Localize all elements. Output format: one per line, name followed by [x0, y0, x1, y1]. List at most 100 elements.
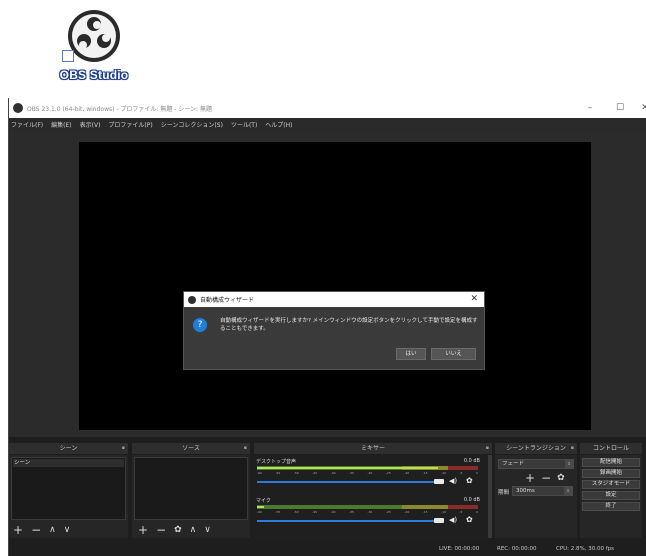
duration-value: 300ms: [516, 488, 535, 494]
sources-dock-header: ソース ▪: [132, 443, 250, 454]
move-source-up-button[interactable]: ∧: [190, 525, 197, 535]
dialog-close-button[interactable]: ✕: [470, 292, 478, 307]
mic-meter: [257, 505, 478, 509]
settings-button[interactable]: 設定: [582, 491, 640, 500]
spinner-icon[interactable]: ⇕: [564, 487, 572, 495]
mic-level: [257, 506, 264, 508]
move-scene-up-button[interactable]: ∧: [49, 525, 56, 535]
desktop-audio-volume-thumb[interactable]: [434, 479, 444, 484]
exit-button[interactable]: 終了: [582, 502, 640, 511]
meter-scale-tick: -45: [312, 471, 318, 475]
add-transition-button[interactable]: +: [525, 471, 535, 485]
desktop-icon-label: OBS Studio: [59, 68, 129, 82]
duration-spinbox[interactable]: 300ms ⇕: [512, 486, 573, 496]
menu-edit[interactable]: 編集(E): [51, 120, 71, 129]
mic-label: マイク: [256, 498, 271, 504]
meter-scale-tick: -25: [385, 510, 391, 514]
meter-scale-tick: 0: [475, 471, 478, 475]
meter-scale-tick: -20: [404, 471, 410, 475]
duration-label: 期間: [498, 490, 510, 496]
meter-scale-tick: -10: [441, 471, 446, 475]
mic-volume-icon[interactable]: ◀): [449, 516, 457, 524]
desktop-audio-volume-slider[interactable]: [257, 481, 435, 483]
meter-scale-tick: -30: [367, 471, 373, 475]
controls-dock-header: コントロール: [580, 443, 642, 454]
meter-scale-tick: -60: [257, 510, 262, 514]
minimize-button[interactable]: –: [575, 98, 605, 118]
meter-scale-tick: -45: [312, 510, 318, 514]
maximize-button[interactable]: ☐: [605, 98, 635, 118]
menu-tools[interactable]: ツール(T): [231, 120, 257, 129]
question-icon: ?: [193, 318, 207, 332]
menu-bar: ファイル(F) 編集(E) 表示(V) プロファイル(P) シーンコレクション(…: [9, 118, 646, 131]
chevron-down-icon: ⇕: [565, 460, 573, 468]
dock-float-icon[interactable]: ▪: [122, 443, 125, 454]
transitions-dock: フェード ⇕ + − ✿ 期間 300ms ⇕: [495, 455, 577, 538]
dialog-title-bar[interactable]: 自動構成ウィザード ✕: [184, 292, 484, 307]
desktop-audio-volume-icon[interactable]: ◀): [449, 477, 457, 485]
remove-source-button[interactable]: −: [156, 523, 166, 537]
move-source-down-button[interactable]: ∨: [204, 525, 211, 535]
desktop-audio-gear-icon[interactable]: ✿: [466, 476, 473, 485]
menu-profile[interactable]: プロファイル(P): [108, 120, 152, 129]
move-scene-down-button[interactable]: ∨: [64, 525, 71, 535]
dock-float-icon[interactable]: ▪: [571, 443, 574, 454]
rec-status: REC: 00:00:00: [497, 546, 537, 552]
meter-scale-tick: -20: [404, 510, 410, 514]
dock-float-icon[interactable]: ▪: [486, 443, 489, 454]
close-button[interactable]: ✕: [635, 98, 646, 118]
meter-scale-tick: -35: [349, 471, 354, 475]
menu-help[interactable]: ヘルプ(H): [265, 120, 292, 129]
controls-dock-title: コントロール: [592, 445, 629, 452]
meter-scale-tick: -35: [349, 510, 354, 514]
window-title: OBS 23.1.0 (64-bit, windows) - プロファイル: 無…: [27, 105, 212, 113]
remove-scene-button[interactable]: −: [31, 523, 41, 537]
meter-scale-tick: -5: [459, 471, 463, 475]
sources-list[interactable]: [134, 457, 248, 520]
no-button[interactable]: いいえ: [431, 348, 476, 360]
preview-canvas[interactable]: [79, 142, 591, 430]
menu-scene-collection[interactable]: シーンコレクション(S): [161, 120, 223, 129]
mic-volume-slider[interactable]: [257, 520, 435, 522]
transitions-toolbar: + − ✿: [525, 471, 573, 485]
obs-desktop-shortcut[interactable]: OBS Studio: [54, 6, 144, 90]
meter-scale-tick: -15: [422, 510, 428, 514]
desktop-audio-meter: [257, 466, 478, 470]
meter-scale-tick: -30: [367, 510, 373, 514]
start-recording-button[interactable]: 録画開始: [582, 469, 640, 478]
source-properties-gear-icon[interactable]: ✿: [174, 525, 182, 535]
scene-list-item[interactable]: シーン: [13, 459, 124, 467]
remove-transition-button[interactable]: −: [541, 471, 551, 485]
meter-scale-tick: -25: [385, 471, 391, 475]
sources-dock-title: ソース: [182, 445, 200, 452]
obs-app-icon: [13, 103, 23, 113]
title-bar[interactable]: OBS 23.1.0 (64-bit, windows) - プロファイル: 無…: [9, 98, 646, 118]
scenes-dock-title: シーン: [59, 445, 78, 452]
transition-select[interactable]: フェード ⇕: [498, 459, 574, 469]
add-scene-button[interactable]: +: [13, 523, 23, 537]
sources-dock: + − ✿ ∧ ∨: [132, 455, 250, 538]
meter-scale-tick: -40: [330, 510, 336, 514]
mic-gear-icon[interactable]: ✿: [466, 515, 473, 524]
status-bar: LIVE: 00:00:00 REC: 00:00:00 CPU: 2.8%, …: [9, 544, 646, 556]
mic-volume-thumb[interactable]: [434, 518, 444, 523]
meter-scale-tick: -55: [275, 510, 281, 514]
scenes-list[interactable]: シーン: [11, 457, 126, 520]
shortcut-arrow-icon: [62, 50, 74, 62]
desktop-audio-scale: -60 -55 -50 -45 -40 -35 -30 -25 -20 -15 -10 -5 0: [257, 471, 478, 475]
start-streaming-button[interactable]: 配信開始: [582, 458, 640, 467]
obs-app-icon: [188, 295, 196, 304]
desktop-audio-label: デスクトップ音声: [256, 459, 297, 465]
add-source-button[interactable]: +: [138, 523, 148, 537]
dialog-message: 自動構成ウィザードを実行しますか? メインウィンドウの設定ボタンをクリックして手…: [220, 318, 478, 332]
transitions-dock-header: シーントランジション ▪: [495, 443, 577, 454]
yes-button[interactable]: はい: [396, 348, 426, 360]
mixer-scrollbar[interactable]: [488, 455, 492, 538]
menu-view[interactable]: 表示(V): [80, 120, 101, 129]
studio-mode-button[interactable]: スタジオモード: [582, 480, 640, 489]
dock-float-icon[interactable]: ▪: [244, 443, 247, 454]
meter-scale-tick: -50: [293, 510, 299, 514]
mic-scale: -60 -55 -50 -45 -40 -35 -30 -25 -20 -15 -10 -5 0: [257, 510, 478, 514]
transition-properties-gear-icon[interactable]: ✿: [557, 473, 565, 483]
menu-file[interactable]: ファイル(F): [11, 120, 43, 129]
